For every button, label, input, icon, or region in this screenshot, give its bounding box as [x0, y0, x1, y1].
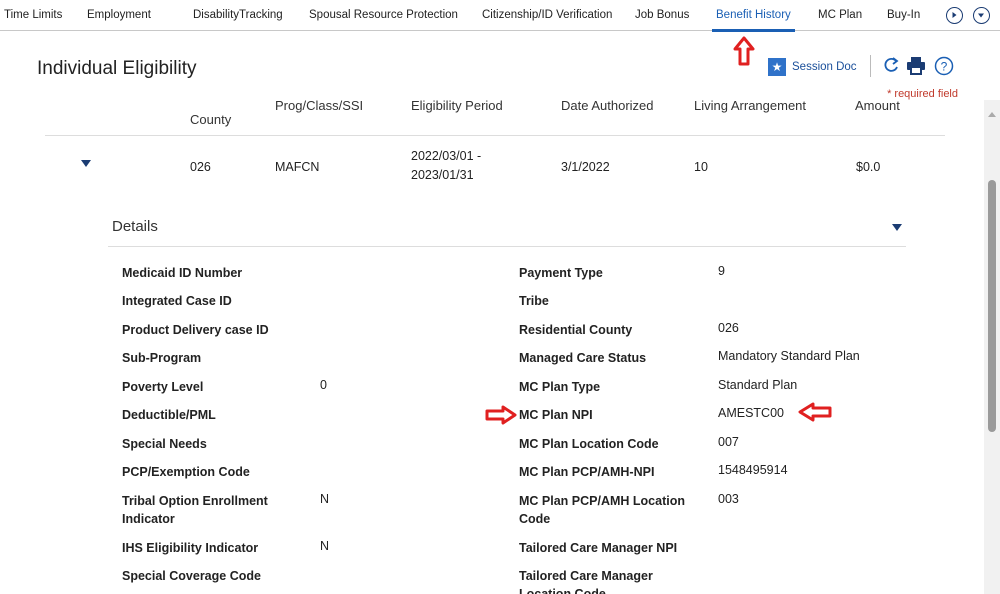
tab-buy-in[interactable]: Buy-In [887, 0, 920, 31]
field-label: MC Plan Location Code [519, 437, 659, 451]
col-date-authorized: Date Authorized [561, 98, 654, 113]
page-title: Individual Eligibility [37, 58, 197, 79]
cell-period-start: 2022/03/01 - [411, 149, 482, 163]
field-label: Tribe [519, 294, 549, 308]
refresh-icon[interactable] [882, 56, 900, 76]
annotation-arrow-up [733, 36, 755, 66]
tab-disability-tracking[interactable]: DisabilityTracking [193, 0, 283, 31]
tribal-option-value: N [320, 492, 330, 506]
field-label: Code [519, 512, 551, 526]
col-county: County [190, 112, 232, 127]
tab-employment[interactable]: Employment [87, 0, 151, 31]
col-eligibility-period: Eligibility Period [411, 98, 503, 113]
print-icon[interactable] [906, 56, 926, 76]
field-label: MC Plan NPI [519, 408, 593, 422]
cell-county: 026 [190, 160, 211, 174]
session-doc-button[interactable]: ★ Session Doc [768, 58, 857, 76]
cell-amount: $0.0 [856, 160, 881, 174]
ihs-eligibility-value: N [320, 539, 330, 553]
field-label: Sub-Program [122, 351, 202, 365]
field-label: Tailored Care Manager NPI [519, 541, 678, 555]
field-label: Medicaid ID Number [122, 266, 243, 280]
cell-period-end: 2023/01/31 [411, 168, 474, 182]
field-label: Integrated Case ID [122, 294, 232, 308]
tab-citizenship-id-verification[interactable]: Citizenship/ID Verification [482, 0, 612, 31]
field-label: Tribal Option Enrollment [122, 494, 268, 508]
field-label: Residential County [519, 323, 633, 337]
scroll-up-icon[interactable] [988, 112, 996, 117]
field-label: Special Coverage Code [122, 569, 261, 583]
cell-prog: MAFCN [275, 160, 320, 174]
field-label: Indicator [122, 512, 175, 526]
svg-text:?: ? [941, 60, 948, 74]
mc-plan-type-value: Standard Plan [718, 378, 798, 392]
play-circle-icon[interactable] [946, 7, 963, 24]
details-title: Details [112, 218, 158, 235]
poverty-level-value: 0 [320, 378, 327, 392]
mc-plan-pcp-npi-value: 1548495914 [718, 463, 788, 477]
caret-down-icon[interactable] [81, 160, 91, 168]
col-amount: Amount [855, 98, 900, 113]
field-label: Managed Care Status [519, 351, 647, 365]
residential-county-value: 026 [718, 321, 739, 335]
caret-down-icon[interactable] [892, 224, 902, 232]
tab-job-bonus[interactable]: Job Bonus [635, 0, 689, 31]
field-label: IHS Eligibility Indicator [122, 541, 259, 555]
annotation-arrow-left [798, 402, 832, 422]
tab-bar: Time Limits Employment DisabilityTrackin… [0, 0, 1000, 32]
session-doc-label: Session Doc [792, 61, 857, 73]
cell-date-authorized: 3/1/2022 [561, 160, 610, 174]
scrollbar-thumb[interactable] [988, 180, 996, 432]
field-label: Payment Type [519, 266, 603, 280]
star-icon: ★ [768, 58, 786, 76]
field-label: Location Code [519, 587, 606, 594]
tab-time-limits[interactable]: Time Limits [4, 0, 62, 31]
dropdown-circle-icon[interactable] [973, 7, 990, 24]
field-label: Deductible/PML [122, 408, 216, 422]
payment-type-value: 9 [718, 264, 725, 278]
table-row[interactable]: 026 MAFCN 2022/03/01 - 2023/01/31 3/1/20… [45, 140, 945, 190]
field-label: Special Needs [122, 437, 207, 451]
header-divider [870, 55, 871, 77]
mc-plan-location-code-value: 007 [718, 435, 739, 449]
col-prog-class-ssi: Prog/Class/SSI [275, 98, 364, 113]
col-living-arrangement: Living Arrangement [694, 98, 807, 113]
cell-living-arrangement: 10 [694, 160, 708, 174]
field-label: MC Plan PCP/AMH Location [519, 494, 685, 508]
tab-benefit-history[interactable]: Benefit History [712, 0, 795, 32]
mc-plan-pcp-location-value: 003 [718, 492, 739, 506]
tab-mc-plan[interactable]: MC Plan [818, 0, 862, 31]
table-header: County Prog/Class/SSI Eligibility Period… [45, 98, 945, 136]
field-label: Product Delivery case ID [122, 323, 269, 337]
tab-spousal-resource-protection[interactable]: Spousal Resource Protection [309, 0, 458, 31]
field-label: Tailored Care Manager [519, 569, 653, 583]
help-icon[interactable]: ? [934, 56, 954, 76]
field-label: PCP/Exemption Code [122, 465, 250, 479]
annotation-arrow-right [485, 405, 517, 425]
managed-care-status-value: Mandatory Standard Plan [718, 349, 860, 363]
field-label: Poverty Level [122, 380, 204, 394]
details-divider [108, 246, 906, 247]
mc-plan-npi-value: AMESTC00 [718, 406, 784, 420]
field-label: MC Plan PCP/AMH-NPI [519, 465, 655, 479]
field-label: MC Plan Type [519, 380, 601, 394]
